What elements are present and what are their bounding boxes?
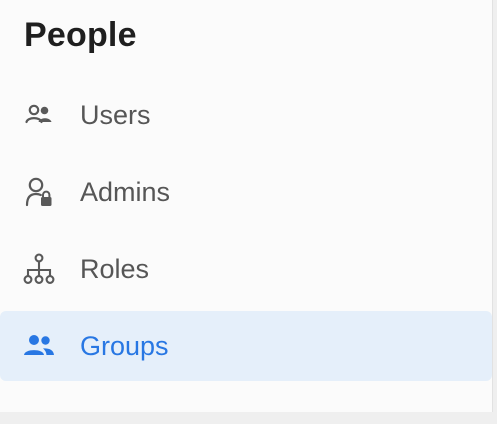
- groups-icon: [20, 327, 58, 365]
- users-icon: [20, 96, 58, 134]
- sidebar-item-label: Groups: [80, 331, 169, 361]
- people-sidebar: People Users Admins Roles Groups: [0, 0, 493, 412]
- sidebar-item-admins[interactable]: Admins: [0, 157, 492, 227]
- section-title: People: [24, 16, 137, 54]
- sidebar-item-roles[interactable]: Roles: [0, 234, 492, 304]
- hierarchy-icon: [20, 250, 58, 288]
- admin-lock-icon: [20, 173, 58, 211]
- sidebar-item-groups[interactable]: Groups: [0, 311, 492, 381]
- sidebar-item-label: Roles: [80, 254, 150, 284]
- sidebar-item-label: Admins: [80, 177, 171, 207]
- sidebar-item-users[interactable]: Users: [0, 80, 492, 150]
- sidebar-item-label: Users: [80, 100, 151, 130]
